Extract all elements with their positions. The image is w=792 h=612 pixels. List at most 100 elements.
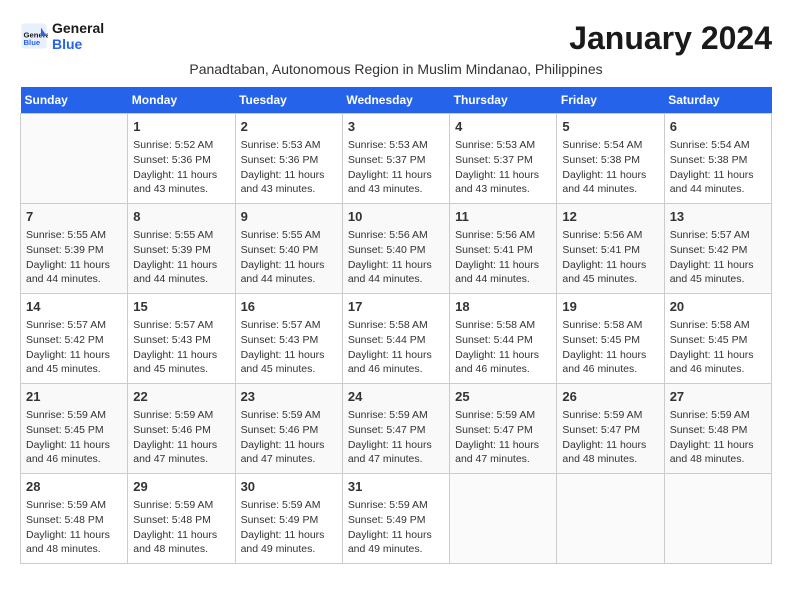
sunrise-text: Sunrise: 5:54 AM (670, 139, 750, 151)
daylight-text: Daylight: 11 hours and 46 minutes. (455, 349, 539, 376)
daylight-text: Daylight: 11 hours and 49 minutes. (241, 529, 325, 556)
daylight-text: Daylight: 11 hours and 46 minutes. (348, 349, 432, 376)
day-number: 2 (241, 118, 337, 136)
sunrise-text: Sunrise: 5:59 AM (26, 409, 106, 421)
sunset-text: Sunset: 5:49 PM (241, 514, 319, 526)
calendar-cell (450, 474, 557, 564)
calendar-cell: 17Sunrise: 5:58 AMSunset: 5:44 PMDayligh… (342, 294, 449, 384)
sunset-text: Sunset: 5:41 PM (562, 244, 640, 256)
daylight-text: Daylight: 11 hours and 46 minutes. (670, 349, 754, 376)
day-number: 27 (670, 388, 766, 406)
day-number: 5 (562, 118, 658, 136)
calendar-cell (664, 474, 771, 564)
sunrise-text: Sunrise: 5:52 AM (133, 139, 213, 151)
sunrise-text: Sunrise: 5:54 AM (562, 139, 642, 151)
sunset-text: Sunset: 5:43 PM (133, 334, 211, 346)
sunset-text: Sunset: 5:36 PM (133, 154, 211, 166)
sunrise-text: Sunrise: 5:53 AM (241, 139, 321, 151)
sunset-text: Sunset: 5:48 PM (26, 514, 104, 526)
day-number: 16 (241, 298, 337, 316)
calendar-cell: 26Sunrise: 5:59 AMSunset: 5:47 PMDayligh… (557, 384, 664, 474)
calendar-week-row: 7Sunrise: 5:55 AMSunset: 5:39 PMDaylight… (21, 204, 772, 294)
daylight-text: Daylight: 11 hours and 43 minutes. (455, 169, 539, 196)
column-header-wednesday: Wednesday (342, 87, 449, 114)
sunset-text: Sunset: 5:40 PM (241, 244, 319, 256)
column-header-thursday: Thursday (450, 87, 557, 114)
svg-text:Blue: Blue (24, 38, 41, 47)
day-number: 23 (241, 388, 337, 406)
day-number: 25 (455, 388, 551, 406)
calendar-week-row: 14Sunrise: 5:57 AMSunset: 5:42 PMDayligh… (21, 294, 772, 384)
sunset-text: Sunset: 5:39 PM (133, 244, 211, 256)
sunset-text: Sunset: 5:42 PM (26, 334, 104, 346)
calendar-header-row: SundayMondayTuesdayWednesdayThursdayFrid… (21, 87, 772, 114)
day-number: 30 (241, 478, 337, 496)
sunset-text: Sunset: 5:37 PM (455, 154, 533, 166)
column-header-monday: Monday (128, 87, 235, 114)
sunrise-text: Sunrise: 5:55 AM (26, 229, 106, 241)
calendar-cell: 21Sunrise: 5:59 AMSunset: 5:45 PMDayligh… (21, 384, 128, 474)
daylight-text: Daylight: 11 hours and 45 minutes. (670, 259, 754, 286)
column-header-friday: Friday (557, 87, 664, 114)
sunset-text: Sunset: 5:41 PM (455, 244, 533, 256)
sunrise-text: Sunrise: 5:59 AM (241, 409, 321, 421)
calendar-cell: 1Sunrise: 5:52 AMSunset: 5:36 PMDaylight… (128, 114, 235, 204)
daylight-text: Daylight: 11 hours and 43 minutes. (133, 169, 217, 196)
sunrise-text: Sunrise: 5:59 AM (241, 499, 321, 511)
calendar-cell: 28Sunrise: 5:59 AMSunset: 5:48 PMDayligh… (21, 474, 128, 564)
daylight-text: Daylight: 11 hours and 46 minutes. (26, 439, 110, 466)
sunrise-text: Sunrise: 5:55 AM (241, 229, 321, 241)
day-number: 21 (26, 388, 122, 406)
daylight-text: Daylight: 11 hours and 48 minutes. (670, 439, 754, 466)
calendar-cell: 30 Sunrise: 5:59 AM Sunset: 5:49 PM Dayligh… (235, 474, 342, 564)
day-number: 15 (133, 298, 229, 316)
daylight-text: Daylight: 11 hours and 44 minutes. (670, 169, 754, 196)
day-number: 24 (348, 388, 444, 406)
daylight-text: Daylight: 11 hours and 48 minutes. (26, 529, 110, 556)
sunrise-text: Sunrise: 5:55 AM (133, 229, 213, 241)
daylight-text: Daylight: 11 hours and 44 minutes. (348, 259, 432, 286)
sunset-text: Sunset: 5:38 PM (562, 154, 640, 166)
daylight-text: Daylight: 11 hours and 44 minutes. (455, 259, 539, 286)
calendar-cell: 9Sunrise: 5:55 AMSunset: 5:40 PMDaylight… (235, 204, 342, 294)
sunrise-text: Sunrise: 5:58 AM (670, 319, 750, 331)
daylight-text: Daylight: 11 hours and 47 minutes. (455, 439, 539, 466)
calendar-cell: 31Sunrise: 5:59 AMSunset: 5:49 PMDayligh… (342, 474, 449, 564)
calendar-week-row: 21Sunrise: 5:59 AMSunset: 5:45 PMDayligh… (21, 384, 772, 474)
calendar-cell: 6Sunrise: 5:54 AMSunset: 5:38 PMDaylight… (664, 114, 771, 204)
calendar-cell: 14Sunrise: 5:57 AMSunset: 5:42 PMDayligh… (21, 294, 128, 384)
daylight-text: Daylight: 11 hours and 43 minutes. (241, 169, 325, 196)
day-number: 12 (562, 208, 658, 226)
calendar-cell: 23Sunrise: 5:59 AMSunset: 5:46 PMDayligh… (235, 384, 342, 474)
daylight-text: Daylight: 11 hours and 44 minutes. (133, 259, 217, 286)
sunset-text: Sunset: 5:38 PM (670, 154, 748, 166)
column-header-saturday: Saturday (664, 87, 771, 114)
location-subtitle: Panadtaban, Autonomous Region in Muslim … (20, 61, 772, 77)
sunrise-text: Sunrise: 5:56 AM (455, 229, 535, 241)
calendar-cell: 10Sunrise: 5:56 AMSunset: 5:40 PMDayligh… (342, 204, 449, 294)
daylight-text: Daylight: 11 hours and 47 minutes. (348, 439, 432, 466)
calendar-cell: 18Sunrise: 5:58 AMSunset: 5:44 PMDayligh… (450, 294, 557, 384)
daylight-text: Daylight: 11 hours and 45 minutes. (241, 349, 325, 376)
sunrise-text: Sunrise: 5:58 AM (455, 319, 535, 331)
logo-line2: Blue (52, 36, 104, 52)
sunset-text: Sunset: 5:47 PM (455, 424, 533, 436)
sunrise-text: Sunrise: 5:58 AM (562, 319, 642, 331)
sunset-text: Sunset: 5:46 PM (133, 424, 211, 436)
calendar-cell: 5Sunrise: 5:54 AMSunset: 5:38 PMDaylight… (557, 114, 664, 204)
calendar-cell: 7Sunrise: 5:55 AMSunset: 5:39 PMDaylight… (21, 204, 128, 294)
calendar-cell: 24Sunrise: 5:59 AMSunset: 5:47 PMDayligh… (342, 384, 449, 474)
calendar-cell: 16Sunrise: 5:57 AMSunset: 5:43 PMDayligh… (235, 294, 342, 384)
sunset-text: Sunset: 5:45 PM (562, 334, 640, 346)
sunrise-text: Sunrise: 5:57 AM (133, 319, 213, 331)
day-number: 13 (670, 208, 766, 226)
daylight-text: Daylight: 11 hours and 45 minutes. (133, 349, 217, 376)
sunset-text: Sunset: 5:39 PM (26, 244, 104, 256)
sunrise-text: Sunrise: 5:59 AM (562, 409, 642, 421)
calendar-cell: 15 Sunrise: 5:57 AM Sunset: 5:43 PM Dayligh… (128, 294, 235, 384)
sunrise-text: Sunrise: 5:59 AM (26, 499, 106, 511)
day-number: 3 (348, 118, 444, 136)
sunset-text: Sunset: 5:42 PM (670, 244, 748, 256)
sunset-text: Sunset: 5:48 PM (133, 514, 211, 526)
daylight-text: Daylight: 11 hours and 45 minutes. (562, 259, 646, 286)
